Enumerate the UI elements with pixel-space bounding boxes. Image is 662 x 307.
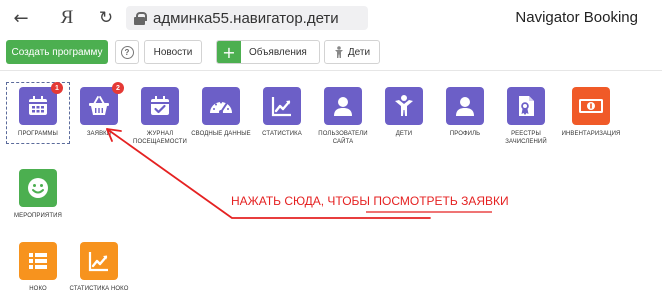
annotation-text: НАЖАТЬ СЮДА, ЧТОБЫ ПОСМОТРЕТЬ ЗАЯВКИ bbox=[231, 194, 509, 208]
annotation-arrow bbox=[106, 128, 492, 219]
page: ← Я ↻ админка55.навигатор.дети Navigator… bbox=[0, 0, 662, 307]
annotation-text-prefix: НАЖАТЬ СЮДА, ЧТОБЫ bbox=[231, 194, 374, 208]
annotation-text-underlined: ПОСМОТРЕТЬ ЗАЯВКИ bbox=[373, 194, 509, 208]
